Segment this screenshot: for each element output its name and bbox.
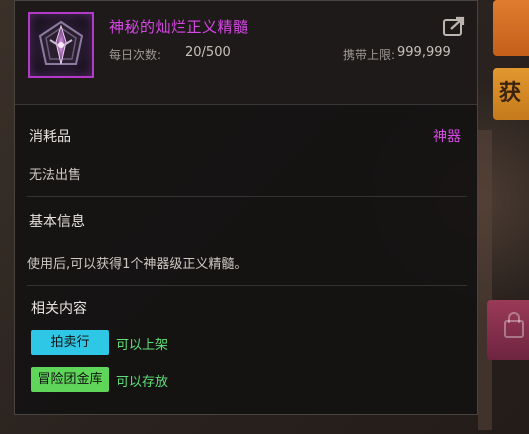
- item-grade: 神器: [433, 129, 461, 145]
- dark-crystal-emblem-icon: [28, 12, 94, 78]
- item-header: 神秘的灿烂正义精髓 每日次数: 20/500 携带上限: 999,999: [15, 1, 477, 105]
- basic-info-title: 基本信息: [29, 214, 85, 230]
- item-tooltip: 神秘的灿烂正义精髓 每日次数: 20/500 携带上限: 999,999 消耗品…: [14, 0, 478, 415]
- auction-house-note: 可以上架: [116, 338, 169, 353]
- divider: [27, 196, 467, 197]
- lock-icon: [504, 312, 524, 338]
- share-icon[interactable]: [442, 15, 466, 37]
- game-screen: 获 神秘的灿烂正义精髓 每日次数: 20/500 携带上限: 999,999 消…: [0, 0, 529, 434]
- divider: [27, 285, 467, 286]
- guild-bank-note: 可以存放: [116, 375, 169, 390]
- background-strip: [478, 130, 492, 430]
- related-content-title: 相关内容: [31, 301, 87, 317]
- item-description: 使用后,可以获得1个神器级正义精髓。: [27, 257, 248, 272]
- guild-bank-tag[interactable]: 冒险团金库: [31, 367, 109, 392]
- daily-count-label: 每日次数:: [109, 48, 162, 62]
- daily-count-value: 20/500: [185, 45, 231, 60]
- item-name: 神秘的灿烂正义精髓: [109, 18, 249, 36]
- auction-house-tag[interactable]: 拍卖行: [31, 330, 109, 355]
- background-orange-button[interactable]: [493, 0, 529, 56]
- trade-note: 无法出售: [29, 168, 82, 183]
- carry-limit-label: 携带上限:: [343, 48, 396, 62]
- background-obtain-button[interactable]: 获: [493, 68, 529, 120]
- carry-limit-value: 999,999: [397, 45, 451, 60]
- item-type: 消耗品: [29, 129, 71, 145]
